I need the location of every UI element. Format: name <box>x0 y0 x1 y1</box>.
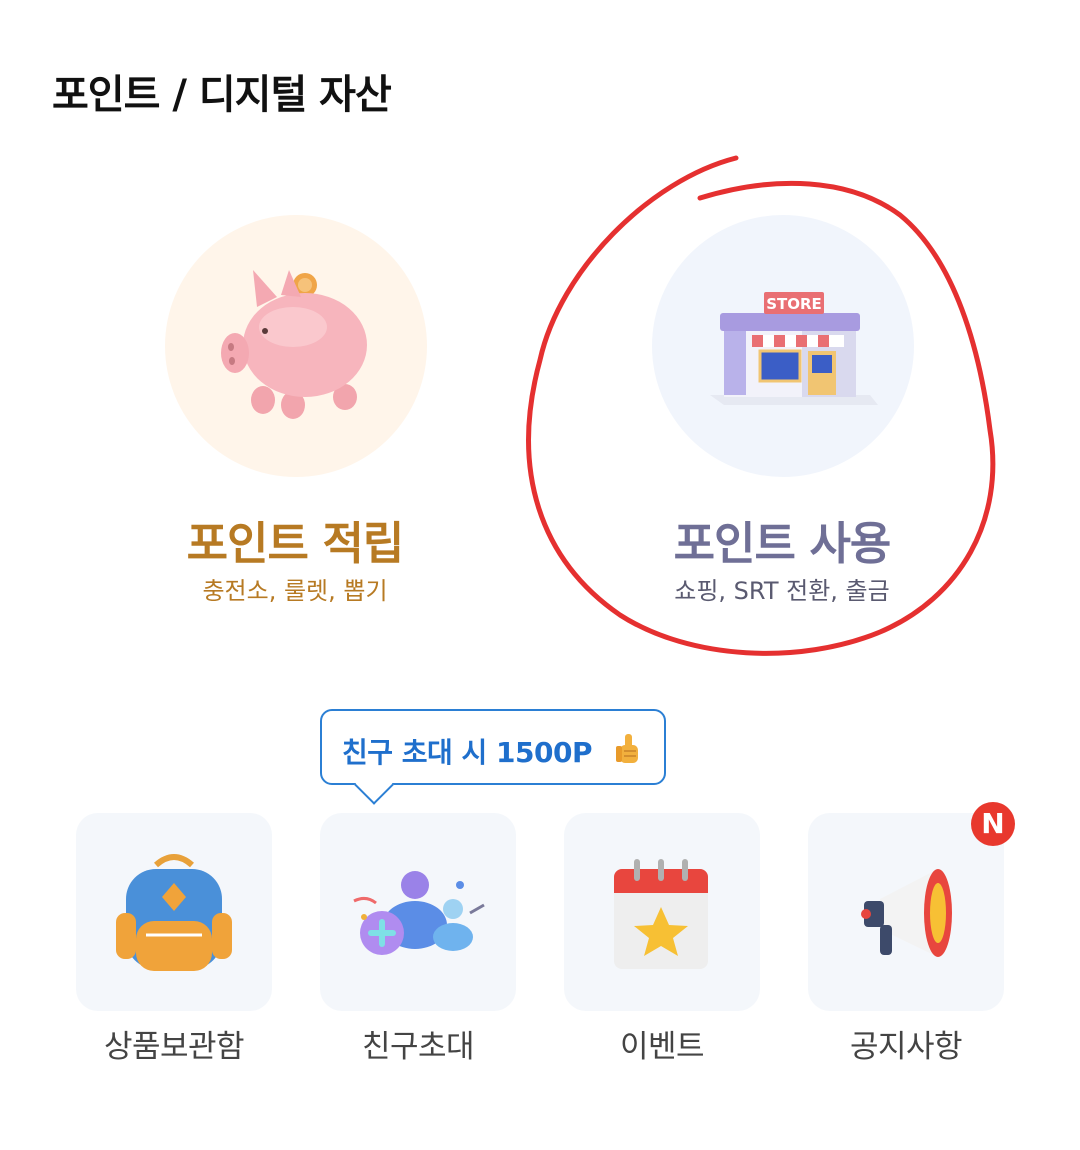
point-use-card[interactable]: STORE 포인트 사용 쇼핑, SRT 전환, 출금 <box>632 215 932 615</box>
store-icon: STORE <box>652 215 914 477</box>
tile-event[interactable]: 이벤트 <box>564 813 760 1066</box>
tile-notice-label: 공지사항 <box>849 1029 963 1065</box>
tooltip-arrow <box>354 765 394 805</box>
piggy-bank-icon <box>165 215 427 477</box>
tile-notice[interactable]: 공지사항 <box>808 813 1004 1066</box>
invite-tooltip-text: 친구 초대 시 1500P <box>342 736 593 769</box>
calendar-star-icon <box>564 813 760 1011</box>
point-use-label: 포인트 사용 <box>673 517 892 570</box>
tile-invite-friends-label: 친구초대 <box>361 1029 475 1065</box>
invite-tooltip: 친구 초대 시 1500P <box>320 709 666 805</box>
page-title: 포인트 / 디지털 자산 <box>52 72 392 118</box>
point-use-sub: 쇼핑, SRT 전환, 출금 <box>674 577 890 605</box>
megaphone-icon <box>808 813 1004 1011</box>
backpack-icon <box>76 813 272 1011</box>
tile-invite-friends[interactable]: 친구초대 <box>320 813 516 1066</box>
store-sign-text: STORE <box>766 295 822 313</box>
new-badge: N <box>971 802 1015 846</box>
invite-friends-icon <box>320 813 516 1011</box>
thumbs-up-icon <box>614 731 644 769</box>
point-earn-card[interactable]: 포인트 적립 충전소, 룰렛, 뽑기 <box>145 215 445 615</box>
point-earn-sub: 충전소, 룰렛, 뽑기 <box>202 577 388 605</box>
tile-product-storage-label: 상품보관함 <box>103 1029 245 1065</box>
point-earn-label: 포인트 적립 <box>186 517 405 570</box>
tile-product-storage[interactable]: 상품보관함 <box>76 813 272 1066</box>
tile-event-label: 이벤트 <box>619 1029 705 1065</box>
